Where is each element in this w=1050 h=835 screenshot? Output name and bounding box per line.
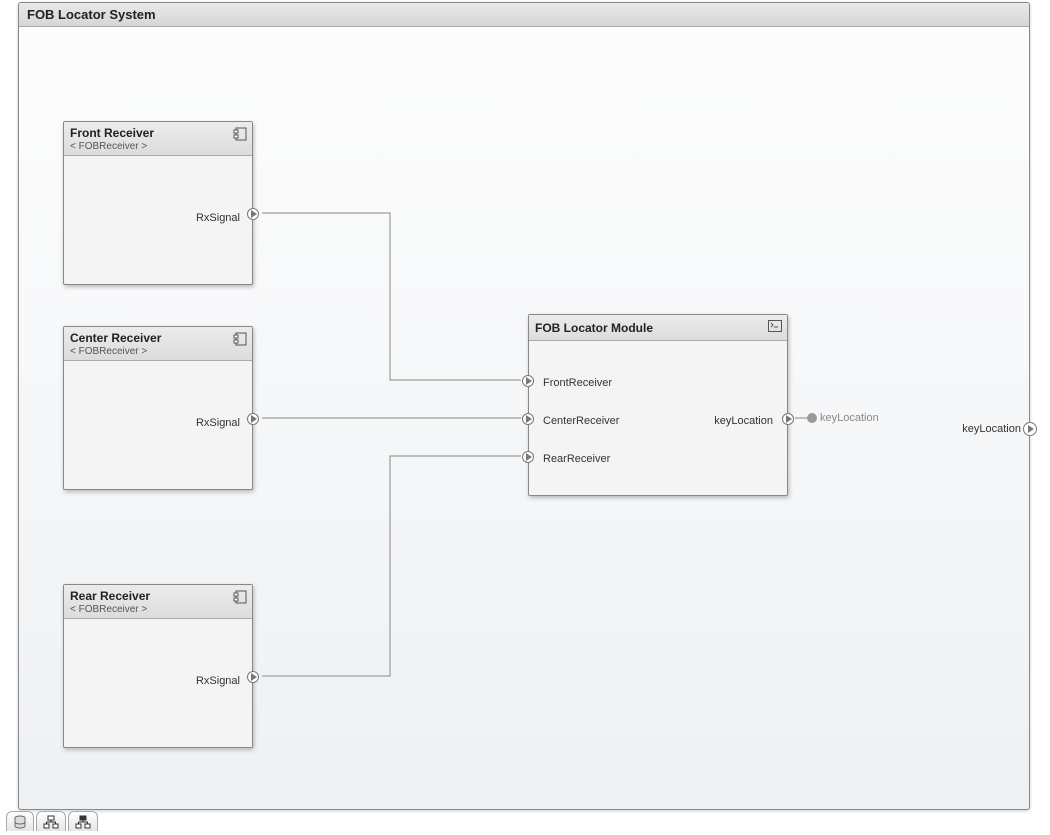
block-header: Front Receiver < FOBReceiver >	[64, 122, 252, 156]
tab-hierarchy[interactable]	[68, 811, 98, 831]
port-label-rxsignal: RxSignal	[196, 675, 240, 687]
block-stereotype: < FOBReceiver >	[70, 604, 246, 615]
in-port-icon[interactable]	[522, 451, 534, 463]
block-body: RxSignal	[64, 156, 252, 284]
tab-database[interactable]	[6, 811, 34, 831]
component-icon	[233, 590, 247, 604]
hierarchy-icon	[75, 815, 91, 829]
block-header: Center Receiver < FOBReceiver >	[64, 327, 252, 361]
component-icon	[233, 332, 247, 346]
port-label-rearreceiver: RearReceiver	[543, 453, 610, 465]
port-label-rxsignal: RxSignal	[196, 212, 240, 224]
block-body: RxSignal	[64, 619, 252, 747]
block-front-receiver[interactable]: Front Receiver < FOBReceiver > RxSignal	[63, 121, 253, 285]
tree-icon	[43, 815, 59, 829]
block-center-receiver[interactable]: Center Receiver < FOBReceiver > RxSignal	[63, 326, 253, 490]
system-body: Front Receiver < FOBReceiver > RxSignal	[19, 27, 1029, 809]
block-rear-receiver[interactable]: Rear Receiver < FOBReceiver > RxSignal	[63, 584, 253, 748]
block-fob-locator-module[interactable]: FOB Locator Module FrontReceiver CenterR…	[528, 314, 788, 496]
port-label-frontreceiver: FrontReceiver	[543, 377, 612, 389]
block-title: Center Receiver	[70, 331, 246, 345]
system-title-bar: FOB Locator System	[19, 3, 1029, 27]
terminal-icon	[768, 320, 782, 334]
system-out-port[interactable]: keyLocation	[962, 422, 1037, 436]
out-port-icon[interactable]	[247, 671, 259, 683]
block-header: Rear Receiver < FOBReceiver >	[64, 585, 252, 619]
bottom-tabs	[6, 809, 100, 831]
sink-marker-icon	[807, 413, 817, 423]
component-icon	[233, 127, 247, 141]
system-title: FOB Locator System	[27, 7, 156, 22]
in-port-icon[interactable]	[522, 375, 534, 387]
out-port-icon[interactable]	[782, 413, 794, 425]
port-label-rxsignal: RxSignal	[196, 417, 240, 429]
in-port-icon[interactable]	[522, 413, 534, 425]
system-out-label: keyLocation	[962, 423, 1021, 435]
block-title: Rear Receiver	[70, 589, 246, 603]
signal-sink-keylocation[interactable]: keyLocation	[807, 412, 879, 424]
database-icon	[13, 815, 27, 829]
canvas: FOB Locator System Front Receiver < FOBR…	[0, 0, 1050, 835]
port-label-centerreceiver: CenterReceiver	[543, 415, 619, 427]
tab-tree[interactable]	[36, 811, 66, 831]
block-body: RxSignal	[64, 361, 252, 489]
system-frame[interactable]: FOB Locator System Front Receiver < FOBR…	[18, 2, 1030, 810]
out-port-icon[interactable]	[247, 208, 259, 220]
out-port-icon[interactable]	[247, 413, 259, 425]
block-stereotype: < FOBReceiver >	[70, 346, 246, 357]
port-label-keylocation: keyLocation	[714, 415, 773, 427]
block-body: FrontReceiver CenterReceiver RearReceive…	[529, 341, 787, 497]
out-port-icon	[1023, 422, 1037, 436]
sink-label: keyLocation	[820, 412, 879, 424]
block-header: FOB Locator Module	[529, 315, 787, 341]
block-title: FOB Locator Module	[535, 321, 781, 335]
block-title: Front Receiver	[70, 126, 246, 140]
block-stereotype: < FOBReceiver >	[70, 141, 246, 152]
